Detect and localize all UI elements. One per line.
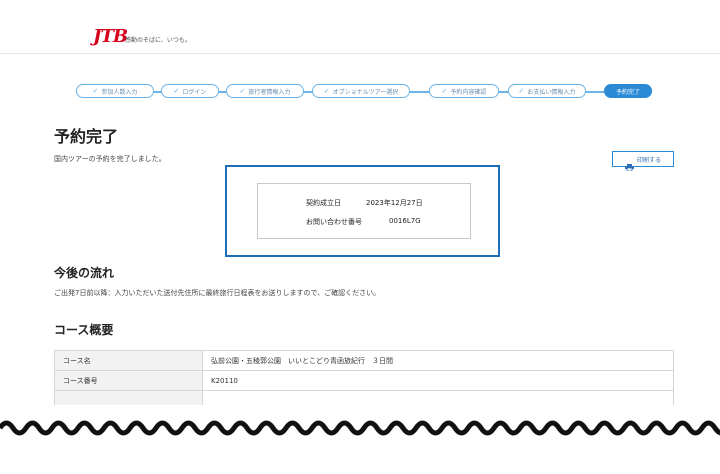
step-label: お支払い情報入力 — [527, 88, 576, 96]
step-confirm: ✓ 予約内容確認 — [429, 84, 499, 98]
step-label: 予約完了 — [615, 88, 640, 96]
contract-date-label: 契約成立日 — [306, 199, 341, 207]
inquiry-number-value: 0016L7G — [389, 217, 421, 225]
site-header: JTB 感動のそばに、いつも。 — [0, 0, 720, 54]
step-label: 予約内容確認 — [450, 88, 487, 96]
step-payment: ✓ お支払い情報入力 — [508, 84, 586, 98]
table-row: コース番号 K20110 — [54, 370, 674, 391]
course-overview-heading: コース概要 — [54, 323, 114, 337]
course-name-label: コース名 — [54, 350, 203, 371]
step-label: 旅行者情報入力 — [248, 88, 291, 96]
check-icon: ✓ — [518, 87, 525, 95]
torn-edge — [0, 405, 720, 470]
course-name-value: 弘前公園・五稜郭公園 いいとこどり青函旅紀行 ３日間 — [202, 350, 674, 371]
completion-message: 国内ツアーの予約を完了しました。 — [54, 155, 166, 163]
course-number-label: コース番号 — [54, 370, 203, 391]
next-steps-heading: 今後の流れ — [54, 266, 115, 280]
check-icon: ✓ — [239, 87, 246, 95]
progress-steps: ✓ 参加人数入力 ✓ ログイン ✓ 旅行者情報入力 ✓ オプショナルツアー選択 … — [76, 84, 652, 100]
step-label: オプショナルツアー選択 — [332, 88, 399, 96]
contract-date-value: 2023年12月27日 — [366, 199, 423, 207]
step-optional-tour: ✓ オプショナルツアー選択 — [312, 84, 410, 98]
table-row: コース名 弘前公園・五稜郭公園 いいとこどり青函旅紀行 ３日間 — [54, 350, 674, 371]
check-icon: ✓ — [323, 87, 330, 95]
check-icon: ✓ — [92, 87, 99, 95]
inquiry-number-label: お問い合わせ番号 — [306, 218, 362, 226]
course-table: コース名 弘前公園・五稜郭公園 いいとこどり青函旅紀行 ３日間 コース番号 K2… — [54, 350, 674, 411]
confirmation-box — [257, 183, 471, 239]
step-traveler-info: ✓ 旅行者情報入力 — [226, 84, 304, 98]
check-icon: ✓ — [441, 87, 448, 95]
step-login: ✓ ログイン — [161, 84, 219, 98]
step-label: 参加人数入力 — [101, 88, 138, 96]
step-label: ログイン — [182, 88, 207, 96]
step-participants: ✓ 参加人数入力 — [76, 84, 154, 98]
jtb-logo[interactable]: JTB — [93, 26, 128, 47]
next-steps-text: ご出発7日前以降：入力いただいた送付先住所に最終旅行日程表をお送りしますので、ご… — [54, 289, 381, 297]
step-complete: 予約完了 — [604, 84, 652, 98]
course-number-value: K20110 — [202, 370, 674, 391]
page-title: 予約完了 — [54, 127, 119, 146]
print-button[interactable]: 印刷する — [612, 151, 674, 171]
check-icon: ✓ — [173, 87, 180, 95]
printer-icon — [624, 156, 634, 171]
logo-tagline: 感動のそばに、いつも。 — [125, 37, 191, 44]
print-label: 印刷する — [636, 156, 661, 164]
